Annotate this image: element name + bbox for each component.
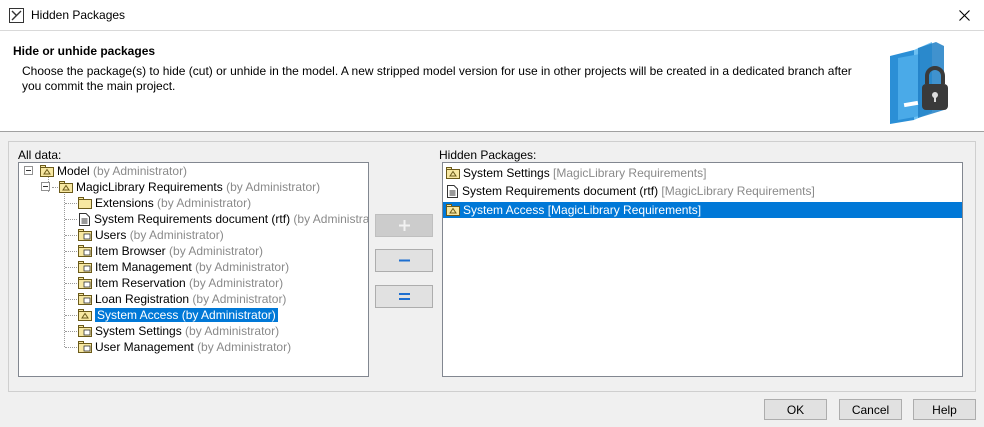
close-icon <box>958 9 970 21</box>
locked-folder-icon <box>890 42 948 124</box>
package-icon <box>59 181 73 193</box>
tree-item-name: Item Browser <box>95 244 166 258</box>
document-icon <box>79 212 90 226</box>
help-button[interactable]: Help <box>913 399 976 420</box>
tree-collapse-magiclibrary[interactable] <box>41 182 50 191</box>
tree-item-magiclibrary-requirements[interactable]: MagicLibrary Requirements (by Administra… <box>59 179 320 195</box>
requirement-package-icon <box>78 341 92 353</box>
tree-item-owner: (by Administrator) <box>189 276 284 290</box>
tree-item-name: User Management <box>95 340 194 354</box>
tree-item-model[interactable]: Model (by Administrator) <box>40 163 187 179</box>
tree-item-users[interactable]: Users (by Administrator) <box>78 227 224 243</box>
document-icon <box>447 184 458 198</box>
hidden-packages-dialog: Hidden Packages Hide or unhide packages … <box>0 0 984 427</box>
tree-item-system-settings[interactable]: System Settings (by Administrator) <box>78 323 279 339</box>
tree-item-owner: (by Administrator) <box>197 340 292 354</box>
add-button[interactable] <box>375 214 433 237</box>
tree-item-owner: (by Administrator) <box>195 260 290 274</box>
tree-item-name: Item Management <box>95 260 192 274</box>
folder-icon <box>78 197 92 209</box>
requirement-package-icon <box>78 325 92 337</box>
remove-button[interactable] <box>375 249 433 272</box>
tree-item-name: MagicLibrary Requirements <box>76 180 223 194</box>
hidden-item-context: [MagicLibrary Requirements] <box>547 203 702 217</box>
hidden-item-system-access[interactable]: System Access [MagicLibrary Requirements… <box>443 202 962 218</box>
app-icon <box>9 8 24 23</box>
tree-item-name: Loan Registration <box>95 292 190 306</box>
tree-item-item-management[interactable]: Item Management (by Administrator) <box>78 259 289 275</box>
cancel-button[interactable]: Cancel <box>839 399 902 420</box>
tree-item-owner: (by Administrator) <box>129 228 224 242</box>
tree-item-system-requirements-document[interactable]: System Requirements document (rtf) (by A… <box>79 211 369 227</box>
requirement-package-icon <box>78 293 92 305</box>
tree-item-name: Extensions <box>95 196 154 210</box>
tree-item-name: System Access <box>97 308 179 322</box>
tree-item-owner: (by Administrator) <box>157 196 252 210</box>
package-icon <box>446 167 460 179</box>
hidden-item-system-settings[interactable]: System Settings [MagicLibrary Requiremen… <box>443 165 962 181</box>
package-icon <box>78 309 92 321</box>
header-description: Choose the package(s) to hide (cut) or u… <box>22 64 852 93</box>
tree-item-owner: (by Administrator) <box>93 164 188 178</box>
dialog-header: Hide or unhide packages Choose the packa… <box>0 31 984 132</box>
tree-item-system-access[interactable]: System Access (by Administrator) <box>78 307 278 323</box>
tree-item-name: Model <box>57 164 90 178</box>
tree-item-owner: (by Administrator) <box>169 244 264 258</box>
requirement-package-icon <box>78 229 92 241</box>
double-minus-icon <box>398 293 410 300</box>
tree-item-name: Item Reservation <box>95 276 186 290</box>
requirement-package-icon <box>78 261 92 273</box>
tree-item-item-reservation[interactable]: Item Reservation (by Administrator) <box>78 275 283 291</box>
tree-item-name: System Requirements document (rtf) <box>94 212 291 226</box>
hidden-item-name: System Access <box>463 203 545 217</box>
tree-collapse-model[interactable] <box>24 166 33 175</box>
tree-item-owner: (by Administrator) <box>192 292 287 306</box>
header-title: Hide or unhide packages <box>13 44 156 58</box>
hidden-item-system-requirements-document[interactable]: System Requirements document (rtf) [Magi… <box>443 183 962 199</box>
tree-item-owner: (by Administrator) <box>181 308 276 322</box>
all-data-label: All data: <box>18 148 62 162</box>
tree-item-owner: (by Administrator) <box>293 212 369 226</box>
package-icon <box>40 165 54 177</box>
requirement-package-icon <box>78 277 92 289</box>
hidden-item-context: [MagicLibrary Requirements] <box>553 166 707 180</box>
window-title: Hidden Packages <box>31 8 126 22</box>
all-data-tree[interactable]: Model (by Administrator) MagicLibrary Re… <box>18 162 369 377</box>
hidden-packages-label: Hidden Packages: <box>439 148 537 162</box>
requirement-package-icon <box>78 245 92 257</box>
hidden-item-context: [MagicLibrary Requirements] <box>661 184 815 198</box>
tree-item-selected-text: System Access (by Administrator) <box>95 308 278 322</box>
hidden-packages-list[interactable]: System Settings [MagicLibrary Requiremen… <box>442 162 963 377</box>
tree-item-owner: (by Administrator) <box>185 324 280 338</box>
hidden-item-name: System Settings <box>463 166 550 180</box>
tree-item-user-management[interactable]: User Management (by Administrator) <box>78 339 291 355</box>
tree-item-name: Users <box>95 228 127 242</box>
tree-item-extensions[interactable]: Extensions (by Administrator) <box>78 195 251 211</box>
close-button[interactable] <box>944 0 984 30</box>
tree-item-owner: (by Administrator) <box>226 180 321 194</box>
title-bar: Hidden Packages <box>0 0 984 31</box>
tree-item-item-browser[interactable]: Item Browser (by Administrator) <box>78 243 263 259</box>
ok-button[interactable]: OK <box>764 399 827 420</box>
plus-icon <box>398 220 410 231</box>
tree-item-loan-registration[interactable]: Loan Registration (by Administrator) <box>78 291 286 307</box>
tree-item-name: System Settings <box>95 324 182 338</box>
remove-all-button[interactable] <box>375 285 433 308</box>
package-icon <box>446 204 460 216</box>
hidden-item-name: System Requirements document (rtf) <box>462 184 659 198</box>
minus-icon <box>398 259 410 262</box>
